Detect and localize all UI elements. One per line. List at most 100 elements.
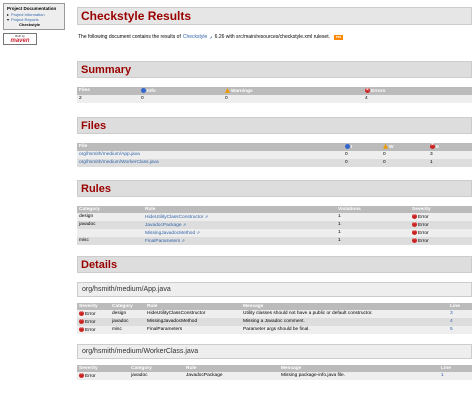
severity-label: Error [418, 238, 429, 244]
detail-header-line: Line [448, 302, 472, 310]
error-icon [412, 220, 417, 227]
detail-severity: Error [77, 325, 110, 334]
table-row: Error misc FinalParameters Parameter arg… [77, 325, 472, 334]
severity-label: Error [85, 319, 96, 325]
rule-category: javadoc [77, 220, 143, 229]
file-errors-count: 3 [428, 150, 472, 159]
file-link[interactable]: org/hsmith/medium/App.java [79, 152, 140, 157]
info-icon [345, 143, 350, 149]
rule-severity: Error [410, 212, 472, 221]
error-icon [412, 212, 417, 219]
error-icon [412, 236, 417, 243]
files-header-warnings-label: W [389, 144, 394, 150]
files-header-errors: E [428, 142, 472, 151]
table-row: Error javadoc JavadocPackage Missing pac… [77, 371, 472, 380]
rule-link[interactable]: HideUtilityClassConstructor [145, 215, 203, 220]
detail-header-message: Message [279, 364, 439, 372]
nav-title: Project Documentation [7, 6, 57, 11]
rule-name[interactable]: JavadocPackage ⇗ [143, 220, 336, 229]
page-title: Checkstyle Results [77, 7, 472, 25]
files-header-file: File [77, 142, 343, 151]
line-link[interactable]: 4 [450, 319, 453, 324]
rule-category: design [77, 212, 143, 221]
summary-header-info: Info [139, 87, 223, 95]
detail-header-line: Line [439, 364, 472, 372]
files-header-errors-label: E [436, 144, 440, 150]
intro-prefix: The following document contains the resu… [78, 34, 181, 40]
severity-label: Error [418, 230, 429, 236]
rule-violations: 1 [336, 236, 410, 245]
table-row: org/hsmith/medium/App.java 0 0 3 [77, 150, 472, 159]
detail-line[interactable]: 3 [448, 309, 472, 318]
summary-info-count: 0 [139, 94, 223, 103]
left-navigation: Project Documentation ▸ Project Informati… [3, 3, 65, 45]
files-table: File I W E org/hsmith/medium/App.java 0 … [77, 142, 472, 167]
line-link[interactable]: 5 [450, 327, 453, 332]
severity-label: Error [85, 311, 96, 317]
main-content: Checkstyle Results The following documen… [77, 0, 472, 380]
rule-name[interactable]: FinalParameters ⇗ [143, 236, 336, 245]
table-row: Error design HideUtilityClassConstructor… [77, 309, 472, 318]
error-icon [79, 325, 84, 332]
summary-table: Files Info Warnings Errors 2 0 0 4 [77, 87, 472, 103]
rule-link[interactable]: FinalParameters [145, 239, 180, 244]
detail-line[interactable]: 4 [448, 317, 472, 326]
external-link-icon: ⇗ [204, 213, 209, 219]
rule-violations: 1 [336, 220, 410, 229]
rule-link[interactable]: MissingJavadocMethod [145, 231, 195, 236]
error-icon [79, 309, 84, 316]
detail-category: misc [110, 325, 145, 334]
files-header-info: I [343, 142, 381, 151]
rule-violations: 1 [336, 212, 410, 221]
external-link-icon: ⇗ [181, 237, 185, 243]
line-link[interactable]: 3 [450, 311, 453, 316]
error-icon [365, 87, 370, 93]
rule-name[interactable]: MissingJavadocMethod ⇗ [143, 228, 336, 237]
detail-category: javadoc [110, 317, 145, 326]
detail-line[interactable]: 1 [439, 371, 472, 380]
rules-header-rule: Rule [143, 205, 336, 213]
rules-heading: Rules [77, 179, 472, 197]
detail-line[interactable]: 5 [448, 325, 472, 334]
detail-table-app: Severity Category Rule Message Line Erro… [77, 302, 472, 334]
warning-icon [383, 143, 388, 149]
rules-header-category: Category [77, 205, 143, 213]
detail-rule: FinalParameters [145, 325, 241, 334]
nav-item-checkstyle[interactable]: Checkstyle [7, 22, 61, 27]
error-icon [430, 142, 435, 149]
file-warnings-count: 0 [381, 150, 428, 159]
detail-header-category: Category [129, 364, 184, 372]
detail-rule: JavadocPackage [184, 371, 279, 380]
summary-warnings-count: 0 [223, 94, 363, 103]
rule-severity: Error [410, 220, 472, 229]
nav-box: Project Documentation ▸ Project Informati… [3, 3, 65, 30]
detail-message: Missing package-info.java file. [279, 371, 439, 380]
file-link[interactable]: org/hsmith/medium/WorkerClass.java [79, 160, 159, 165]
built-by-maven-badge[interactable]: Built by maven [3, 33, 37, 45]
table-row: misc FinalParameters ⇗ 1 Error [77, 236, 472, 245]
intro-suffix: 6.26 with src/main/resources/checkstyle.… [214, 34, 330, 40]
rss-icon[interactable]: rss [333, 34, 344, 40]
detail-header-rule: Rule [145, 302, 241, 310]
detail-severity: Error [77, 371, 129, 380]
table-row: Error javadoc MissingJavadocMethod Missi… [77, 317, 472, 326]
file-info-count: 0 [343, 158, 381, 167]
rule-link[interactable]: JavadocPackage [145, 223, 182, 228]
details-heading: Details [77, 255, 472, 273]
summary-header-info-label: Info [147, 88, 156, 94]
checkstyle-link[interactable]: Checkstyle [183, 34, 207, 40]
summary-files-count: 2 [77, 94, 139, 103]
line-link[interactable]: 1 [441, 373, 444, 378]
external-link-icon: ⇗ [196, 229, 200, 235]
detail-file-heading: org/hsmith/medium/WorkerClass.java [77, 343, 472, 359]
file-name[interactable]: org/hsmith/medium/App.java [77, 150, 343, 159]
rule-name[interactable]: HideUtilityClassConstructor ⇗ [143, 212, 336, 221]
detail-message: Parameter args should be final. [241, 325, 448, 334]
rule-violations: 1 [336, 228, 410, 237]
detail-category: design [110, 309, 145, 318]
intro-text: The following document contains the resu… [78, 34, 472, 40]
file-name[interactable]: org/hsmith/medium/WorkerClass.java [77, 158, 343, 167]
rule-category: misc [77, 236, 143, 245]
severity-label: Error [85, 373, 96, 379]
detail-header-severity: Severity [77, 364, 129, 372]
